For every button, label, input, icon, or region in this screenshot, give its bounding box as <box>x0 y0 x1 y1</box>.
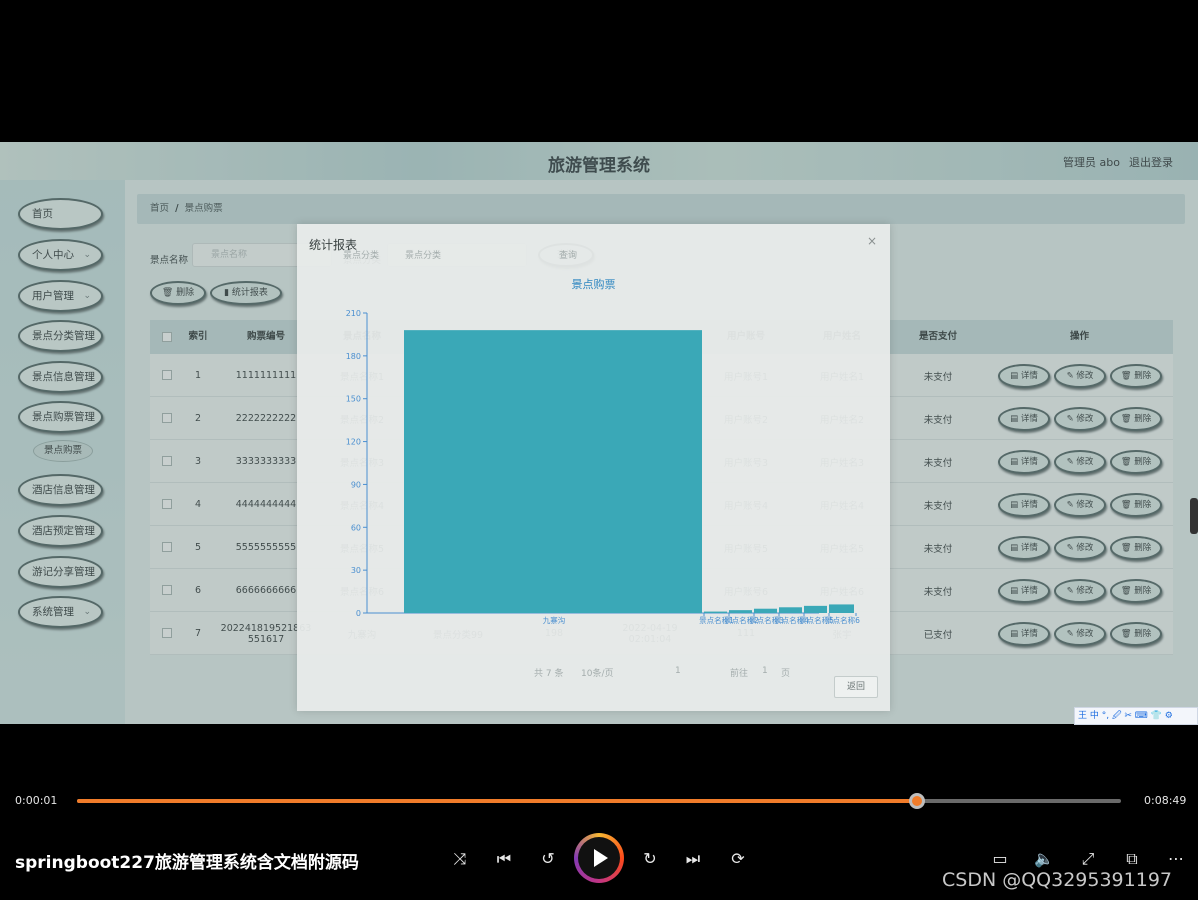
progress-bar[interactable] <box>77 793 1121 809</box>
ime-toolbar[interactable]: 王 中 °, 🖉 ✂ ⌨ 👕 ⚙ <box>1074 707 1198 725</box>
y-tick-label: 90 <box>351 480 361 489</box>
progress-thumb[interactable] <box>909 793 926 809</box>
repeat-icon[interactable]: ⟳ <box>726 847 750 871</box>
bar-5 <box>804 605 827 613</box>
rewind-10-icon[interactable]: ↺ <box>536 847 560 871</box>
y-tick-label: 210 <box>346 309 361 318</box>
shuffle-icon[interactable]: ⤨ <box>448 847 472 871</box>
bar-0 <box>404 330 702 613</box>
app-window: 旅游管理系统 管理员 abo 退出登录 首页 个人中心 ⌄ 用户管理 ⌄ 景点分类管理 景点… <box>0 142 1198 724</box>
total-time: 0:08:49 <box>1144 794 1187 807</box>
play-icon <box>594 849 608 867</box>
progress-fill <box>77 799 918 803</box>
y-tick-label: 30 <box>351 566 361 575</box>
report-modal: 景点分类 景点分类 查询共 7 条 10条/页 1 前往 1 页 统计报表 × 景点购票 03… <box>297 224 890 711</box>
current-time: 0:00:01 <box>15 794 58 807</box>
bar-1 <box>704 611 727 613</box>
video-title: springboot227旅游管理系统含文档附源码 <box>15 853 359 873</box>
bar-6 <box>829 604 854 613</box>
fullscreen-icon[interactable]: ⤢ <box>1076 847 1100 871</box>
video-player-controls: 0:00:01 0:08:49 springboot227旅游管理系统含文档附源… <box>0 784 1198 900</box>
y-tick-label: 60 <box>351 523 361 532</box>
bar-chart: 0306090120150180210九寨沟 景点名称1景点名称2景点名称3景点名… <box>346 309 860 625</box>
previous-icon[interactable]: ⏮ <box>492 847 516 871</box>
play-button[interactable] <box>574 833 624 883</box>
y-tick-label: 0 <box>356 609 361 618</box>
scrollbar-handle[interactable] <box>1190 498 1198 534</box>
y-tick-label: 150 <box>346 395 361 404</box>
more-icon[interactable]: ⋯ <box>1164 847 1188 871</box>
y-tick-label: 180 <box>346 352 361 361</box>
bar-3 <box>754 608 777 613</box>
x-tick-label: 景点名称6 <box>825 615 860 625</box>
bar-4 <box>779 607 802 613</box>
play-button-inner <box>578 837 620 879</box>
watermark: CSDN @QQ3295391197 <box>942 869 1173 891</box>
volume-icon[interactable]: 🔈 <box>1032 847 1056 871</box>
x-tick-label: 九寨沟 <box>543 615 566 625</box>
return-button[interactable]: 返回 <box>834 676 878 698</box>
mini-player-icon[interactable]: ⧉ <box>1120 847 1144 871</box>
subtitles-icon[interactable]: ▭ <box>988 847 1012 871</box>
y-tick-label: 120 <box>346 438 361 447</box>
screen: 旅游管理系统 管理员 abo 退出登录 首页 个人中心 ⌄ 用户管理 ⌄ 景点分类管理 景点… <box>0 0 1198 900</box>
next-icon[interactable]: ⏭ <box>681 847 705 871</box>
forward-30-icon[interactable]: ↻ <box>638 847 662 871</box>
bar-2 <box>729 610 752 613</box>
